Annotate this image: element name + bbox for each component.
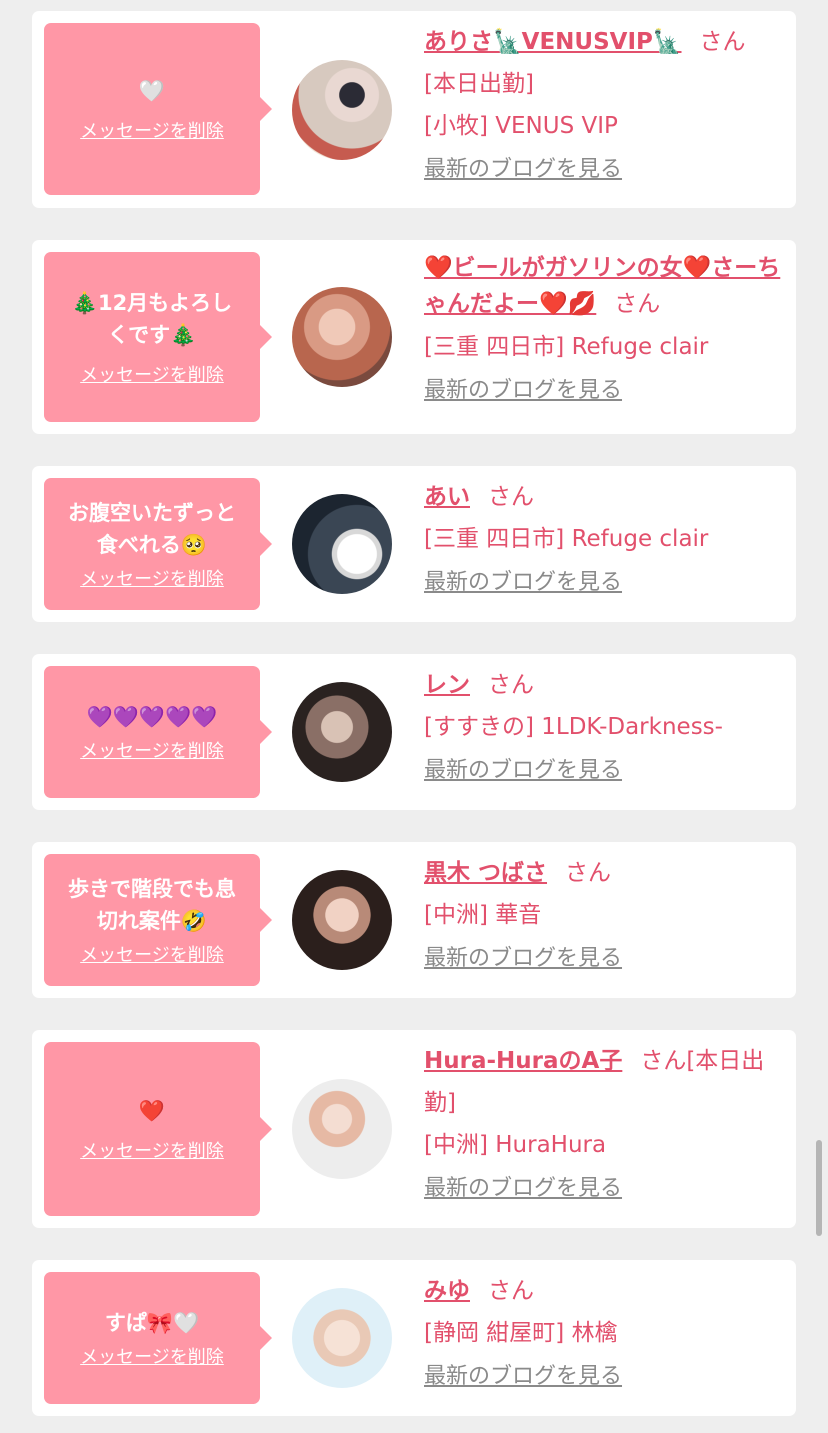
shop-text: [小牧] VENUS VIP	[424, 113, 618, 139]
message-text: 💜💜💜💜💜	[86, 705, 218, 729]
message-text: 🤍	[138, 79, 166, 103]
honorific: さん	[488, 484, 534, 510]
avatar[interactable]	[292, 1288, 392, 1388]
honorific: さん	[488, 1278, 534, 1304]
delete-message-link[interactable]: メッセージを削除	[80, 1343, 224, 1369]
shop-text: [三重 四日市] Refuge clair	[424, 334, 709, 360]
message-text: 🎄12月もよろし くです🎄	[71, 291, 233, 347]
shop-text: [中洲] HuraHura	[424, 1132, 607, 1158]
latest-blog-link[interactable]: 最新のブログを見る	[424, 1356, 622, 1398]
latest-blog-link[interactable]: 最新のブログを見る	[424, 149, 622, 191]
message-text: 歩きで階段でも息 切れ案件🤣	[68, 877, 236, 933]
avatar[interactable]	[292, 60, 392, 160]
honorific: さん	[488, 672, 534, 698]
profile-info: ❤️ビールがガソリンの女❤️さーちゃんだよー❤️💋 さん [三重 四日市] Ref…	[424, 250, 782, 412]
delete-message-link[interactable]: メッセージを削除	[80, 117, 224, 143]
latest-blog-link[interactable]: 最新のブログを見る	[424, 938, 622, 980]
avatar[interactable]	[292, 682, 392, 782]
shop-text: [三重 四日市] Refuge clair	[424, 526, 709, 552]
honorific: さん	[699, 29, 746, 55]
status-text: [本日出勤]	[424, 71, 534, 97]
avatar[interactable]	[292, 1079, 392, 1179]
shop-text: [すすきの] 1LDK-Darkness-	[424, 714, 723, 740]
profile-info: あい さん [三重 四日市] Refuge clair 最新のブログを見る	[424, 476, 782, 604]
avatar[interactable]	[292, 287, 392, 387]
message-text: お腹空いたずっと 食べれる🥺	[68, 501, 236, 557]
message-text: ❤️	[138, 1099, 166, 1123]
avatar[interactable]	[292, 870, 392, 970]
girl-name-link[interactable]: Hura-HuraのA子	[424, 1048, 622, 1074]
latest-blog-link[interactable]: 最新のブログを見る	[424, 562, 622, 604]
message-bubble: 🎄12月もよろし くです🎄 メッセージを削除	[44, 252, 272, 422]
girl-name-link[interactable]: みゆ	[424, 1278, 470, 1304]
message-card: すぱ🎀🤍 メッセージを削除 みゆ さん [静岡 紺屋町] 林檎 最新のブログを見る	[32, 1260, 796, 1416]
message-bubble: 🤍 メッセージを削除	[44, 23, 272, 195]
message-card: 🎄12月もよろし くです🎄 メッセージを削除 ❤️ビールがガソリンの女❤️さーち…	[32, 240, 796, 434]
girl-name-link[interactable]: あい	[424, 484, 470, 510]
message-card: 歩きで階段でも息 切れ案件🤣 メッセージを削除 黒木 つばさ さん [中洲] 華音…	[32, 842, 796, 998]
profile-info: みゆ さん [静岡 紺屋町] 林檎 最新のブログを見る	[424, 1270, 782, 1398]
latest-blog-link[interactable]: 最新のブログを見る	[424, 370, 622, 412]
latest-blog-link[interactable]: 最新のブログを見る	[424, 750, 622, 792]
honorific: さん	[614, 291, 661, 317]
delete-message-link[interactable]: メッセージを削除	[80, 737, 224, 763]
delete-message-link[interactable]: メッセージを削除	[80, 361, 224, 387]
shop-text: [中洲] 華音	[424, 902, 542, 928]
delete-message-link[interactable]: メッセージを削除	[80, 565, 224, 591]
girl-name-link[interactable]: レン	[424, 672, 470, 698]
scrollbar[interactable]	[816, 1140, 822, 1236]
message-bubble: すぱ🎀🤍 メッセージを削除	[44, 1272, 272, 1404]
delete-message-link[interactable]: メッセージを削除	[80, 1137, 224, 1163]
profile-info: レン さん [すすきの] 1LDK-Darkness- 最新のブログを見る	[424, 664, 782, 792]
message-bubble: ❤️ メッセージを削除	[44, 1042, 272, 1216]
profile-info: ありさ🗽VENUSVIP🗽 さん [本日出勤] [小牧] VENUS VIP 最新…	[424, 21, 782, 191]
message-card: お腹空いたずっと 食べれる🥺 メッセージを削除 あい さん [三重 四日市] Re…	[32, 466, 796, 622]
latest-blog-link[interactable]: 最新のブログを見る	[424, 1168, 622, 1210]
message-bubble: 歩きで階段でも息 切れ案件🤣 メッセージを削除	[44, 854, 272, 986]
message-bubble: お腹空いたずっと 食べれる🥺 メッセージを削除	[44, 478, 272, 610]
delete-message-link[interactable]: メッセージを削除	[80, 941, 224, 967]
girl-name-link[interactable]: ❤️ビールがガソリンの女❤️さーちゃんだよー❤️💋	[424, 255, 780, 317]
girl-name-link[interactable]: ありさ🗽VENUSVIP🗽	[424, 29, 682, 55]
profile-info: 黒木 つばさ さん [中洲] 華音 最新のブログを見る	[424, 852, 782, 980]
message-card: 💜💜💜💜💜 メッセージを削除 レン さん [すすきの] 1LDK-Darkness…	[32, 654, 796, 810]
message-text: すぱ🎀🤍	[104, 1311, 200, 1335]
avatar[interactable]	[292, 494, 392, 594]
message-bubble: 💜💜💜💜💜 メッセージを削除	[44, 666, 272, 798]
message-card: ❤️ メッセージを削除 Hura-HuraのA子 さん[本日出勤] [中洲] Hu…	[32, 1030, 796, 1228]
message-list: 🤍 メッセージを削除 ありさ🗽VENUSVIP🗽 さん [本日出勤] [小牧] V…	[0, 0, 828, 1433]
honorific: さん	[565, 860, 612, 886]
honorific: さん	[640, 1048, 687, 1074]
girl-name-link[interactable]: 黒木 つばさ	[424, 860, 547, 886]
message-card: 🤍 メッセージを削除 ありさ🗽VENUSVIP🗽 さん [本日出勤] [小牧] V…	[32, 11, 796, 208]
shop-text: [静岡 紺屋町] 林檎	[424, 1320, 618, 1346]
profile-info: Hura-HuraのA子 さん[本日出勤] [中洲] HuraHura 最新のブロ…	[424, 1040, 782, 1210]
